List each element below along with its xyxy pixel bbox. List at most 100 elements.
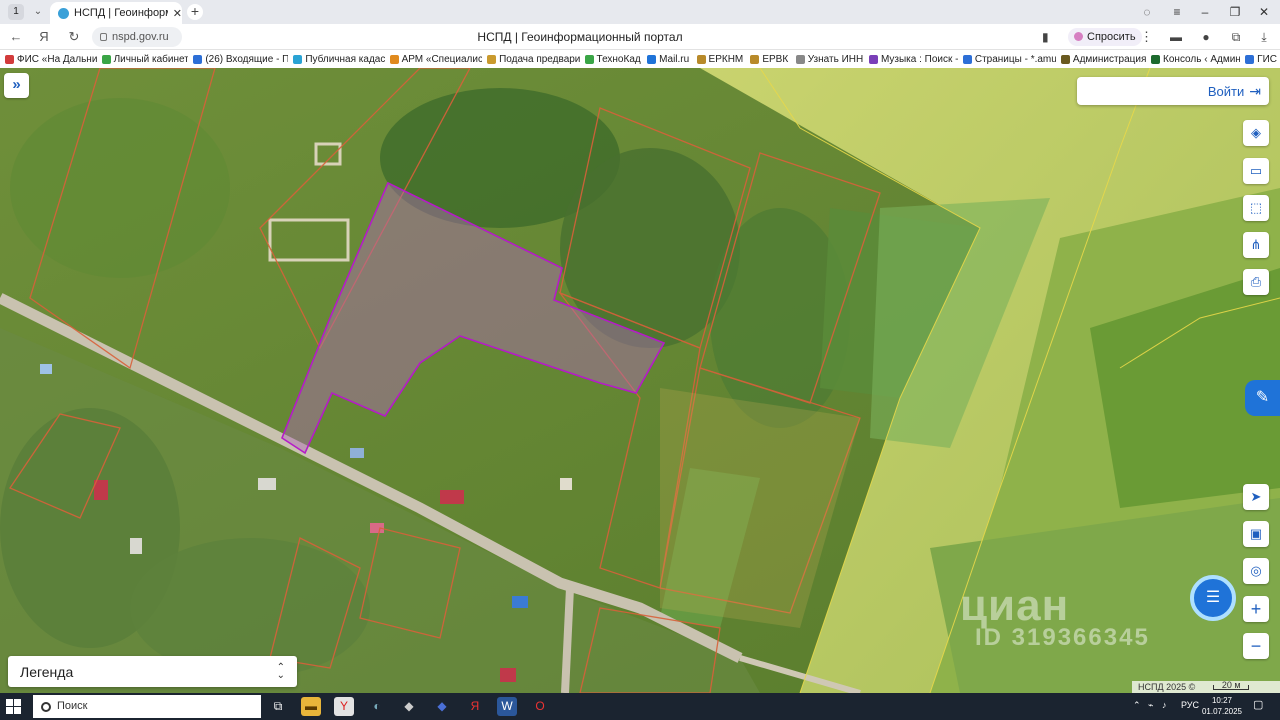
map-scale: НСПД 2025 © 20 м	[1132, 680, 1280, 693]
tab-counter[interactable]: 1	[8, 4, 24, 20]
bookmark-favicon-icon	[696, 54, 706, 64]
app-icon[interactable]: ◐	[367, 697, 387, 716]
expand-panel-button[interactable]: »	[4, 73, 29, 98]
app-icon[interactable]: ◆	[399, 697, 419, 716]
yandex-icon[interactable]: Я	[36, 29, 52, 45]
bookmark-favicon-icon	[389, 54, 399, 64]
print-button[interactable]: ⎙	[1243, 269, 1269, 295]
watermark-id: ID 319366345	[975, 624, 1150, 651]
bookmark-item[interactable]: АРМ «Специалис	[385, 54, 482, 65]
word-icon[interactable]: W	[497, 697, 517, 716]
expand-chevron-icon: ⌃ ⌄	[276, 661, 285, 681]
bookmark-item[interactable]: (26) Входящие - П	[188, 54, 288, 65]
back-icon[interactable]: ←	[8, 29, 24, 45]
bookmarks-bar: ФИС «На Дальни Личный кабинет (26) Входящи…	[0, 50, 1280, 68]
close-tab-icon[interactable]: ✕	[173, 7, 182, 20]
bookmark-item[interactable]: Подача предвари	[482, 54, 580, 65]
bookmark-favicon-icon	[5, 54, 14, 64]
opera-icon[interactable]: O	[530, 697, 550, 716]
url-field[interactable]: nspd.gov.ru	[92, 27, 182, 47]
share-button[interactable]: ⋔	[1243, 232, 1269, 258]
zoom-in-button[interactable]: +	[1243, 596, 1269, 622]
map-view[interactable]: » Войти ⇥ ◈ ▭ ⬚ ⋔ ⎙ ✎ ➤ ▣ ◎ + − ☰ циан I…	[0, 68, 1280, 693]
bookmark-item[interactable]: ТехноКад	[580, 54, 643, 65]
bookmark-favicon-icon	[962, 54, 972, 64]
address-bar: ← Я ↻ nspd.gov.ru НСПД | Геоинформационн…	[0, 24, 1280, 50]
notifications-icon[interactable]: ▢	[1253, 698, 1263, 711]
taskbar-search[interactable]: Поиск	[33, 695, 261, 718]
layers-button[interactable]: ◈	[1243, 120, 1269, 146]
ask-button[interactable]: Спросить	[1068, 28, 1142, 46]
scale-bar: 20 м	[1213, 680, 1250, 690]
browser-menu-icon[interactable]: ≡	[1166, 3, 1188, 21]
tab-list-chevron-icon[interactable]: ⌄	[30, 4, 46, 20]
locate-me-button[interactable]: ➤	[1243, 484, 1269, 510]
profile-icon[interactable]: ◌	[1136, 3, 1158, 21]
bookmark-item[interactable]: Узнать ИНН	[791, 54, 864, 65]
nspd-favicon-icon	[58, 7, 69, 19]
bookmark-favicon-icon	[584, 54, 594, 64]
bookmark-item[interactable]: Музыка : Поиск -	[864, 54, 958, 65]
geo-search-button[interactable]: ◎	[1243, 558, 1269, 584]
zoom-out-button[interactable]: −	[1243, 633, 1269, 659]
bookmark-favicon-icon	[750, 54, 760, 64]
reload-icon[interactable]: ↻	[66, 29, 82, 45]
file-explorer-icon[interactable]: ▬	[301, 697, 321, 716]
close-window-icon[interactable]: ✕	[1253, 3, 1275, 21]
windows-taskbar: Поиск ⧉ ▬ Y ◐ ◆ ◆ Я W O ⌃ ⌁ ♪ РУС 10:27 …	[0, 693, 1280, 720]
new-tab-button[interactable]: +	[187, 4, 203, 20]
map-search-box[interactable]: Войти ⇥	[1077, 77, 1269, 105]
bookmark-favicon-icon	[293, 54, 303, 64]
tray-overflow-icon[interactable]: ⌃	[1133, 700, 1141, 711]
bookmark-favicon-icon	[647, 54, 657, 64]
bookmark-favicon-icon	[795, 54, 805, 64]
support-chat-button[interactable]: ✎	[1245, 380, 1280, 416]
login-icon: ⇥	[1249, 83, 1261, 99]
windows-start-icon[interactable]	[6, 699, 22, 715]
yandex-browser-icon[interactable]: Y	[334, 697, 354, 716]
ruler-button[interactable]: ▭	[1243, 158, 1269, 184]
bookmark-item[interactable]: ГИС	[1240, 54, 1280, 65]
bookmark-item[interactable]: Mail.ru	[642, 54, 691, 65]
bookmark-icon[interactable]: ▮	[1042, 30, 1049, 44]
search-icon	[41, 701, 51, 712]
bookmark-item[interactable]: Страницы - *.amu	[958, 54, 1056, 65]
extension-icon[interactable]: ●	[1198, 29, 1214, 45]
attribution: НСПД 2025 ©	[1138, 682, 1196, 692]
more-options-icon[interactable]: ⋮	[1140, 29, 1153, 45]
bookmark-item[interactable]: Публичная кадас	[288, 54, 385, 65]
bookmark-favicon-icon	[487, 54, 497, 64]
language-indicator[interactable]: РУС	[1181, 700, 1199, 710]
downloads-icon[interactable]: ⤓	[1256, 29, 1272, 45]
bookmark-favicon-icon	[101, 54, 111, 64]
extensions-icon[interactable]: ⧉	[1228, 29, 1244, 45]
extension-icon[interactable]: ▬	[1168, 29, 1184, 45]
bookmark-favicon-icon	[193, 54, 203, 64]
bookmark-favicon-icon	[868, 54, 878, 64]
legend-label: Легенда	[20, 663, 74, 680]
volume-icon[interactable]: ♪	[1162, 700, 1167, 710]
satellite-map[interactable]	[0, 68, 1280, 693]
minimap-button[interactable]: ▣	[1243, 521, 1269, 547]
bookmark-item[interactable]: ФИС «На Дальни	[0, 54, 97, 65]
tab-title: НСПД | Геоинформаци	[74, 7, 168, 19]
bookmark-item[interactable]: ЕРКНМ	[692, 54, 746, 65]
bookmark-item[interactable]: Личный кабинет	[97, 54, 188, 65]
page-title: НСПД | Геоинформационный портал	[477, 30, 683, 44]
bookmark-favicon-icon	[1060, 54, 1070, 64]
restore-icon[interactable]: ❐	[1224, 3, 1246, 21]
login-button[interactable]: Войти ⇥	[1208, 83, 1261, 100]
bookmark-item[interactable]: Администрация	[1056, 54, 1146, 65]
network-icon[interactable]: ⌁	[1148, 700, 1153, 711]
clock[interactable]: 10:27 01.07.2025	[1200, 695, 1244, 717]
bookmark-item[interactable]: ЕРВК	[745, 54, 790, 65]
app-icon[interactable]: ◆	[432, 697, 452, 716]
area-select-button[interactable]: ⬚	[1243, 195, 1269, 221]
minimize-icon[interactable]: –	[1194, 3, 1216, 21]
chat-bubble-button[interactable]: ☰	[1190, 575, 1236, 621]
bookmark-item[interactable]: Консоль ‹ Админ	[1146, 54, 1240, 65]
task-view-icon[interactable]: ⧉	[268, 697, 288, 716]
legend-panel[interactable]: Легенда ⌃ ⌄	[8, 656, 297, 687]
active-tab[interactable]: НСПД | Геоинформаци ✕	[50, 2, 182, 24]
yandex-icon[interactable]: Я	[465, 697, 485, 716]
